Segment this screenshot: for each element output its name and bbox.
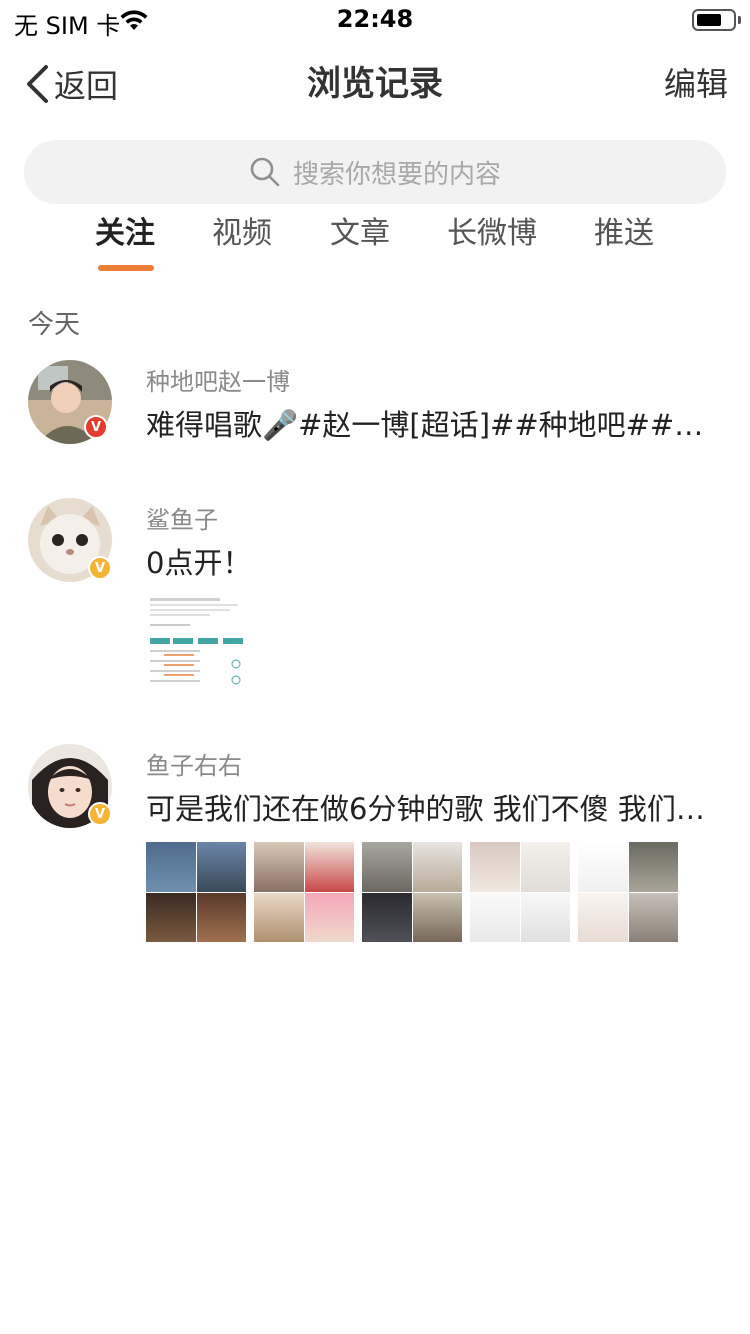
post-image-screenshot[interactable]	[146, 594, 246, 694]
author-name[interactable]: 鲨鱼子	[146, 500, 218, 535]
feed-item[interactable]: V 鱼子右右 可是我们还在做6分钟的歌 我们不傻 我们就是热爱	[0, 744, 750, 944]
author-name[interactable]: 鱼子右右	[146, 746, 242, 781]
edit-button[interactable]: 编辑	[664, 62, 728, 106]
page-title: 浏览记录	[307, 64, 443, 104]
feed-item[interactable]: V 鲨鱼子 0点开！	[0, 498, 750, 698]
feed-item[interactable]: V 种地吧赵一博 难得唱歌🎤#赵一博[超话]##种地吧##种地吧##种地吧	[0, 360, 750, 470]
post-image[interactable]	[470, 842, 570, 942]
post-image[interactable]	[362, 842, 462, 942]
verified-badge-icon: V	[88, 556, 112, 580]
tab-bar: 关注 视频 文章 长微博 推送	[0, 210, 750, 270]
tab-long-weibo[interactable]: 长微博	[447, 210, 537, 258]
post-image-grid[interactable]	[146, 842, 686, 942]
search-placeholder: 搜索你想要的内容	[292, 159, 501, 190]
tab-video[interactable]: 视频	[212, 210, 272, 258]
post-image[interactable]	[254, 842, 354, 942]
status-bar: 无 SIM 卡 22:48	[0, 0, 750, 40]
tab-indicator	[98, 265, 154, 271]
search-icon	[250, 157, 280, 187]
tab-article[interactable]: 文章	[330, 210, 390, 258]
tab-push[interactable]: 推送	[594, 210, 654, 258]
post-image[interactable]	[146, 842, 246, 942]
search-input[interactable]: 搜索你想要的内容	[24, 140, 726, 204]
post-content[interactable]: 难得唱歌🎤#赵一博[超话]##种地吧##种地吧##种地吧	[146, 402, 730, 444]
verified-badge-icon: V	[88, 802, 112, 826]
tab-follow[interactable]: 关注	[95, 210, 155, 258]
post-image[interactable]	[578, 842, 678, 942]
battery-icon	[692, 9, 736, 31]
clock: 22:48	[336, 5, 414, 33]
author-name[interactable]: 种地吧赵一博	[146, 362, 290, 397]
post-content[interactable]: 可是我们还在做6分钟的歌 我们不傻 我们就是热爱	[146, 786, 730, 828]
post-content[interactable]: 0点开！	[146, 540, 730, 582]
section-header-today: 今天	[28, 310, 81, 340]
post-image-grid[interactable]	[146, 594, 246, 694]
verified-badge-icon: V	[84, 415, 108, 439]
battery-cap	[738, 16, 741, 24]
